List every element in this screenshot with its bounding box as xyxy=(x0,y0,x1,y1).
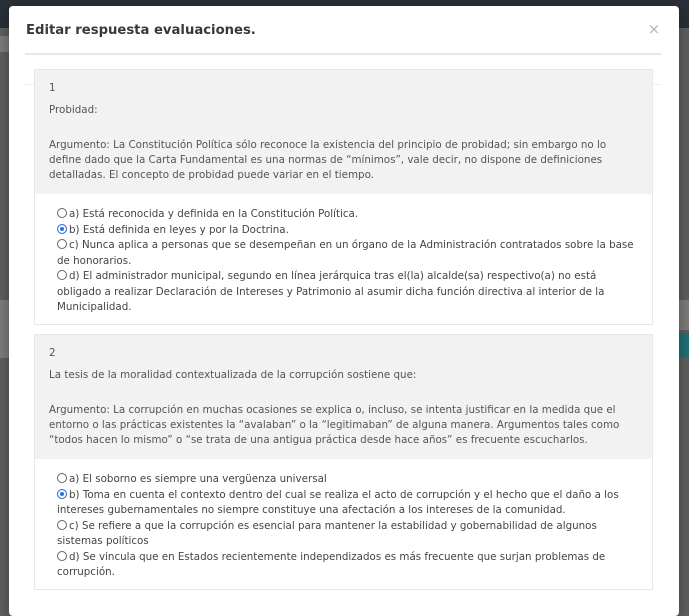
radio-button[interactable] xyxy=(57,239,67,249)
answer-option[interactable]: b) Está definida en leyes y por la Doctr… xyxy=(57,223,640,239)
question-argument: Argumento: La Constitución Política sólo… xyxy=(49,139,607,181)
question-text: La tesis de la moralidad contextualizada… xyxy=(49,369,417,381)
answer-option-label: c) Nunca aplica a personas que se desemp… xyxy=(57,239,634,267)
question-number: 1 xyxy=(49,82,56,94)
answer-option-label: d) Se vincula que en Estados recientemen… xyxy=(57,550,606,579)
close-icon[interactable]: × xyxy=(647,21,661,37)
answer-option[interactable]: a) Está reconocida y definida en la Cons… xyxy=(57,207,640,223)
answer-option-label: c) Se refiere a que la corrupción es ese… xyxy=(57,519,597,548)
answer-options: a) Está reconocida y definida en la Cons… xyxy=(35,194,652,324)
answer-option[interactable]: a) El soborno es siempre una vergüenza u… xyxy=(57,472,640,488)
modal-title: Editar respuesta evaluaciones. xyxy=(26,23,256,38)
question-argument: Argumento: La corrupción en muchas ocasi… xyxy=(49,404,620,446)
question-header: 1 Probidad: Argumento: La Constitución P… xyxy=(35,70,652,194)
question-header: 2 La tesis de la moralidad contextualiza… xyxy=(35,335,652,459)
answer-option[interactable]: d) El administrador municipal, segundo e… xyxy=(57,269,640,316)
background-teal-fragment xyxy=(679,333,689,357)
answer-option-label: d) El administrador municipal, segundo e… xyxy=(57,270,605,313)
radio-button[interactable] xyxy=(57,473,67,483)
answer-option-label: b) Toma en cuenta el contexto dentro del… xyxy=(57,488,619,517)
question-text: Probidad: xyxy=(49,104,98,116)
radio-button-selected[interactable] xyxy=(57,488,67,499)
radio-button[interactable] xyxy=(57,208,67,218)
background-fragment xyxy=(679,300,689,330)
answer-option-label: b) Está definida en leyes y por la Doctr… xyxy=(69,223,289,236)
background-fragment xyxy=(0,300,9,358)
background-fragment xyxy=(0,36,9,52)
radio-button[interactable] xyxy=(57,270,67,280)
question-card: 1 Probidad: Argumento: La Constitución P… xyxy=(34,69,653,325)
answer-options: a) El soborno es siempre una vergüenza u… xyxy=(35,459,652,589)
modal-header: Editar respuesta evaluaciones. × xyxy=(25,6,661,55)
answer-option[interactable]: c) Nunca aplica a personas que se desemp… xyxy=(57,238,640,269)
answer-option[interactable]: d) Se vincula que en Estados recientemen… xyxy=(57,550,640,581)
radio-button[interactable] xyxy=(57,550,67,561)
answer-option[interactable]: b) Toma en cuenta el contexto dentro del… xyxy=(57,488,640,519)
radio-button[interactable] xyxy=(57,519,67,530)
question-number: 2 xyxy=(49,347,56,359)
question-card: 2 La tesis de la moralidad contextualiza… xyxy=(34,334,653,590)
answer-option[interactable]: c) Se refiere a que la corrupción es ese… xyxy=(57,519,640,550)
radio-button-selected[interactable] xyxy=(57,223,67,234)
answer-option-label: a) Está reconocida y definida en la Cons… xyxy=(69,208,359,220)
edit-evaluation-modal: Editar respuesta evaluaciones. × 1 Probi… xyxy=(9,6,679,616)
answer-option-label: a) El soborno es siempre una vergüenza u… xyxy=(69,473,327,485)
